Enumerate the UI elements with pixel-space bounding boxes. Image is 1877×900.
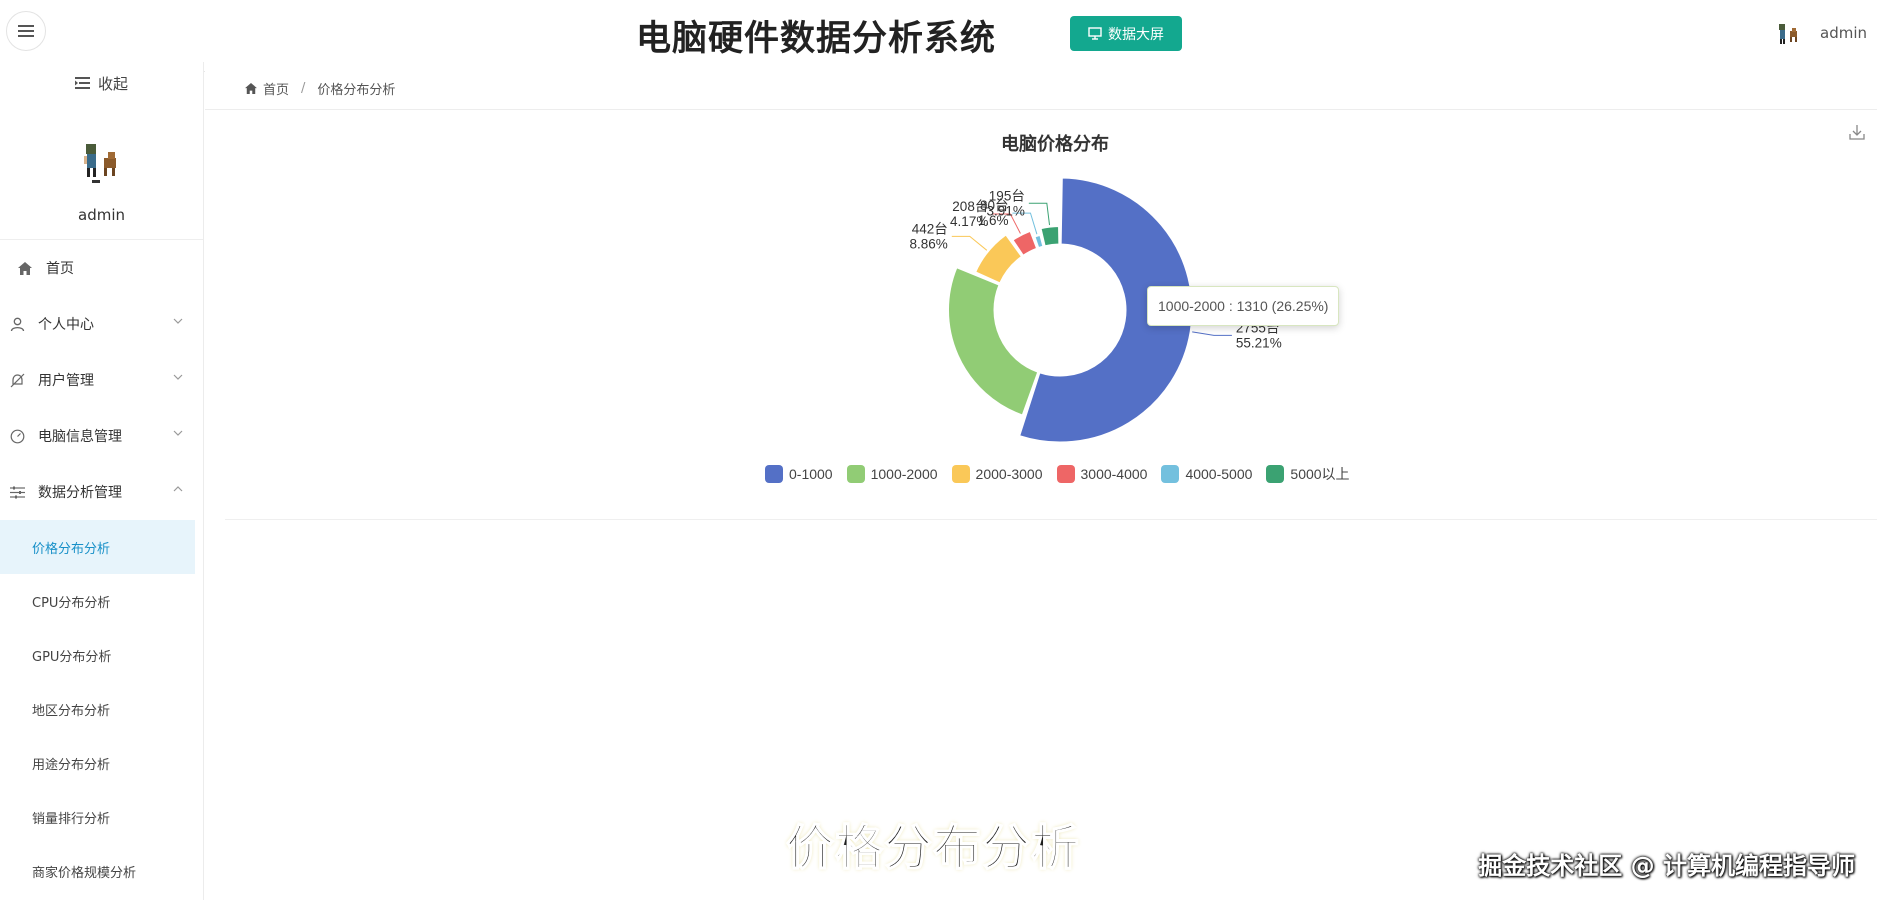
sidebar-item-personal[interactable]: 个人中心 bbox=[0, 296, 203, 352]
sidebar-item-label: 用户管理 bbox=[38, 373, 94, 389]
legend-swatch bbox=[951, 465, 970, 483]
header-user[interactable]: admin bbox=[1774, 18, 1867, 48]
legend-item[interactable]: 2000-3000 bbox=[951, 464, 1043, 484]
chart-tooltip: 1000-2000 : 1310 (26.25%) bbox=[1147, 286, 1340, 326]
sidebar-item-label: 电脑信息管理 bbox=[38, 429, 122, 445]
sidebar-subitem-cpu[interactable]: CPU分布分析 bbox=[0, 574, 203, 628]
profile-panel: admin bbox=[0, 102, 203, 240]
label-leader-line bbox=[951, 235, 988, 251]
profile-name: admin bbox=[78, 206, 125, 224]
breadcrumb-current: 价格分布分析 bbox=[317, 83, 396, 98]
legend-label: 5000以上 bbox=[1290, 466, 1350, 482]
data-label-percent: 8.86% bbox=[910, 236, 948, 251]
chevron-down-icon bbox=[173, 430, 183, 436]
chart-card: 电脑价格分布 2755台 55.21% 442台 8.86% 208台 4.17% 80台 1… bbox=[225, 110, 1877, 520]
data-label-percent: 3.91% bbox=[987, 203, 1025, 218]
legend-label: 4000-5000 bbox=[1185, 466, 1253, 482]
data-label-count: 442台 bbox=[912, 221, 948, 236]
legend-item[interactable]: 1000-2000 bbox=[846, 464, 938, 484]
sidebar-item-home[interactable]: 首页 bbox=[0, 240, 203, 296]
hamburger-icon bbox=[18, 25, 34, 37]
menu-toggle-button[interactable] bbox=[6, 11, 46, 51]
legend-swatch bbox=[1056, 465, 1075, 483]
sidebar-subitem-region[interactable]: 地区分布分析 bbox=[0, 682, 203, 736]
sidebar-item-users[interactable]: 用户管理 bbox=[0, 352, 203, 408]
chevron-down-icon bbox=[173, 374, 183, 380]
monitor-icon bbox=[1088, 27, 1102, 40]
bell-off-icon bbox=[8, 371, 26, 389]
sidebar-subitem-merchant-price[interactable]: 商家价格规模分析 bbox=[0, 844, 203, 898]
pie-slice[interactable] bbox=[1034, 234, 1044, 249]
sidebar-subitem-price[interactable]: 价格分布分析 bbox=[0, 520, 195, 574]
legend-swatch bbox=[1161, 465, 1180, 483]
profile-avatar bbox=[83, 144, 116, 183]
legend-label: 3000-4000 bbox=[1080, 466, 1148, 482]
sidebar-subitem-sales-rank[interactable]: 销量排行分析 bbox=[0, 790, 203, 844]
legend-swatch bbox=[1266, 465, 1285, 483]
legend-swatch bbox=[846, 465, 865, 483]
sidebar-item-label: 首页 bbox=[46, 261, 74, 277]
collapse-label: 收起 bbox=[97, 74, 128, 93]
sidebar-item-label: 数据分析管理 bbox=[38, 485, 122, 501]
sidebar-item-computer-info[interactable]: 电脑信息管理 bbox=[0, 408, 203, 464]
sidebar-subitem-gpu[interactable]: GPU分布分析 bbox=[0, 628, 203, 682]
user-icon bbox=[8, 315, 26, 333]
pie-slice[interactable] bbox=[947, 267, 1039, 416]
sidebar-item-data-analysis[interactable]: 数据分析管理 bbox=[0, 464, 203, 520]
sidebar: 收起 admin 首页 个人中心 用户管理 电脑信息管理 数据分析管理 价格分布… bbox=[0, 62, 204, 900]
chart-legend: 0-1000 1000-2000 2000-3000 3000-4000 4000-50… bbox=[765, 464, 1350, 484]
home-icon bbox=[16, 259, 34, 277]
home-icon bbox=[245, 83, 257, 94]
header-username: admin bbox=[1820, 24, 1867, 42]
legend-item[interactable]: 0-1000 bbox=[765, 464, 833, 484]
sidebar-item-label: 个人中心 bbox=[38, 317, 94, 333]
label-leader-line bbox=[1192, 331, 1232, 336]
legend-label: 1000-2000 bbox=[870, 466, 938, 482]
watermark: 掘金技术社区 @ 计算机编程指导师 bbox=[1478, 852, 1855, 880]
collapse-button[interactable]: 收起 bbox=[0, 64, 203, 102]
app-title: 电脑硬件数据分析系统 bbox=[636, 19, 997, 59]
pie-slice[interactable] bbox=[1040, 225, 1060, 247]
sidebar-subitem-usage[interactable]: 用途分布分析 bbox=[0, 736, 203, 790]
chevron-down-icon bbox=[173, 318, 183, 324]
legend-label: 2000-3000 bbox=[975, 466, 1043, 482]
sliders-icon bbox=[8, 483, 26, 501]
legend-swatch bbox=[765, 465, 783, 483]
legend-item[interactable]: 5000以上 bbox=[1266, 464, 1350, 484]
breadcrumb-separator: / bbox=[301, 81, 306, 96]
data-label-percent: 55.21% bbox=[1236, 335, 1282, 350]
menu-fold-icon bbox=[74, 77, 90, 89]
user-avatar-icon bbox=[1779, 24, 1797, 44]
legend-label: 0-1000 bbox=[789, 466, 833, 482]
video-caption: 价格分布分析 bbox=[785, 819, 1081, 877]
breadcrumb: 首页 / 价格分布分析 bbox=[205, 68, 1877, 110]
data-screen-button[interactable]: 数据大屏 bbox=[1070, 16, 1182, 51]
chevron-up-icon bbox=[173, 486, 183, 492]
pie-chart: 2755台55.21%442台8.86%208台4.17%80台1.6%195台… bbox=[910, 177, 1282, 443]
top-header: 电脑硬件数据分析系统 数据大屏 admin bbox=[0, 0, 1877, 72]
data-label-count: 195台 bbox=[989, 188, 1025, 203]
gauge-icon bbox=[8, 427, 26, 445]
data-screen-label: 数据大屏 bbox=[1108, 26, 1164, 43]
legend-item[interactable]: 4000-5000 bbox=[1161, 464, 1252, 484]
legend-item[interactable]: 3000-4000 bbox=[1056, 464, 1148, 484]
label-leader-line bbox=[1028, 202, 1051, 226]
breadcrumb-home[interactable]: 首页 bbox=[263, 79, 289, 98]
